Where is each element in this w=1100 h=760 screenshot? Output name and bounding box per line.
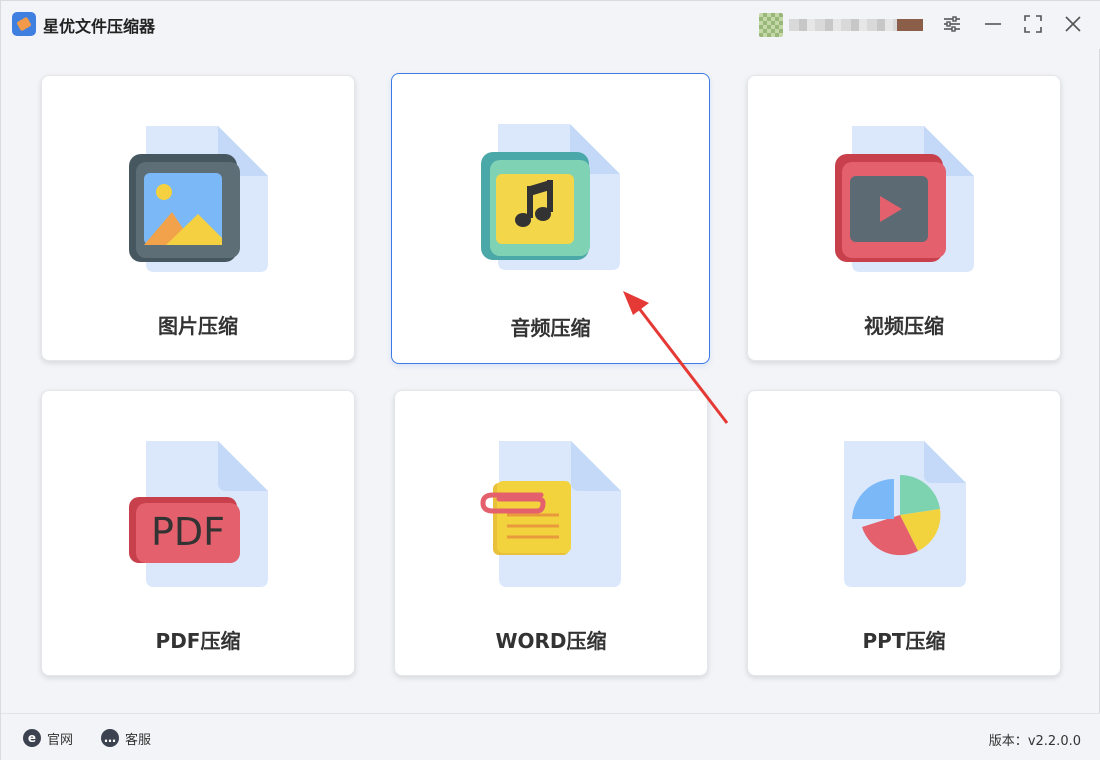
card-image-compress[interactable]: 图片压缩 — [41, 75, 355, 361]
close-icon[interactable] — [1062, 13, 1084, 35]
video-file-icon — [835, 126, 974, 272]
user-badge — [897, 19, 923, 31]
pdf-icon-text: PDF — [151, 510, 225, 554]
version-value: v2.2.0.0 — [1027, 734, 1081, 749]
card-ppt-compress[interactable]: PPT压缩 — [747, 390, 1061, 676]
image-file-icon — [129, 126, 268, 272]
card-label: 视频压缩 — [864, 314, 944, 338]
card-video-compress[interactable]: 视频压缩 — [747, 75, 1061, 361]
browser-icon: e — [23, 729, 41, 747]
audio-file-icon — [481, 124, 620, 270]
app-window: 星优文件压缩器 图片压缩 音频压缩 视频压缩 PDF PDF压缩 WORD压缩 … — [0, 0, 1100, 760]
pdf-file-icon: PDF — [129, 441, 268, 587]
title-bar: 星优文件压缩器 — [1, 1, 1100, 49]
maximize-icon[interactable] — [1022, 13, 1044, 35]
card-audio-compress[interactable]: 音频压缩 — [391, 73, 710, 364]
customer-service-link[interactable]: … 客服 — [101, 728, 151, 748]
card-label: 音频压缩 — [510, 316, 591, 340]
ppt-file-icon — [844, 441, 966, 587]
settings-icon[interactable] — [941, 13, 963, 35]
user-avatar[interactable] — [759, 13, 783, 37]
app-title: 星优文件压缩器 — [43, 17, 156, 36]
card-label: PDF压缩 — [155, 629, 241, 653]
official-site-label: 官网 — [47, 732, 74, 748]
card-label: WORD压缩 — [495, 629, 607, 653]
version-info: 版本：v2.2.0.0 — [989, 730, 1081, 749]
user-name-blurred[interactable] — [789, 19, 897, 31]
version-label: 版本： — [988, 734, 1028, 749]
card-label: PPT压缩 — [862, 629, 946, 653]
word-file-icon — [480, 441, 621, 587]
card-word-compress[interactable]: WORD压缩 — [394, 390, 708, 676]
chat-icon: … — [101, 729, 119, 747]
customer-service-label: 客服 — [125, 732, 152, 748]
card-pdf-compress[interactable]: PDF PDF压缩 — [41, 390, 355, 676]
footer-bar: e 官网 … 客服 版本：v2.2.0.0 — [1, 713, 1100, 760]
card-label: 图片压缩 — [158, 314, 238, 338]
app-logo-icon — [12, 12, 36, 36]
minimize-icon[interactable] — [982, 13, 1004, 35]
official-site-link[interactable]: e 官网 — [23, 728, 73, 748]
